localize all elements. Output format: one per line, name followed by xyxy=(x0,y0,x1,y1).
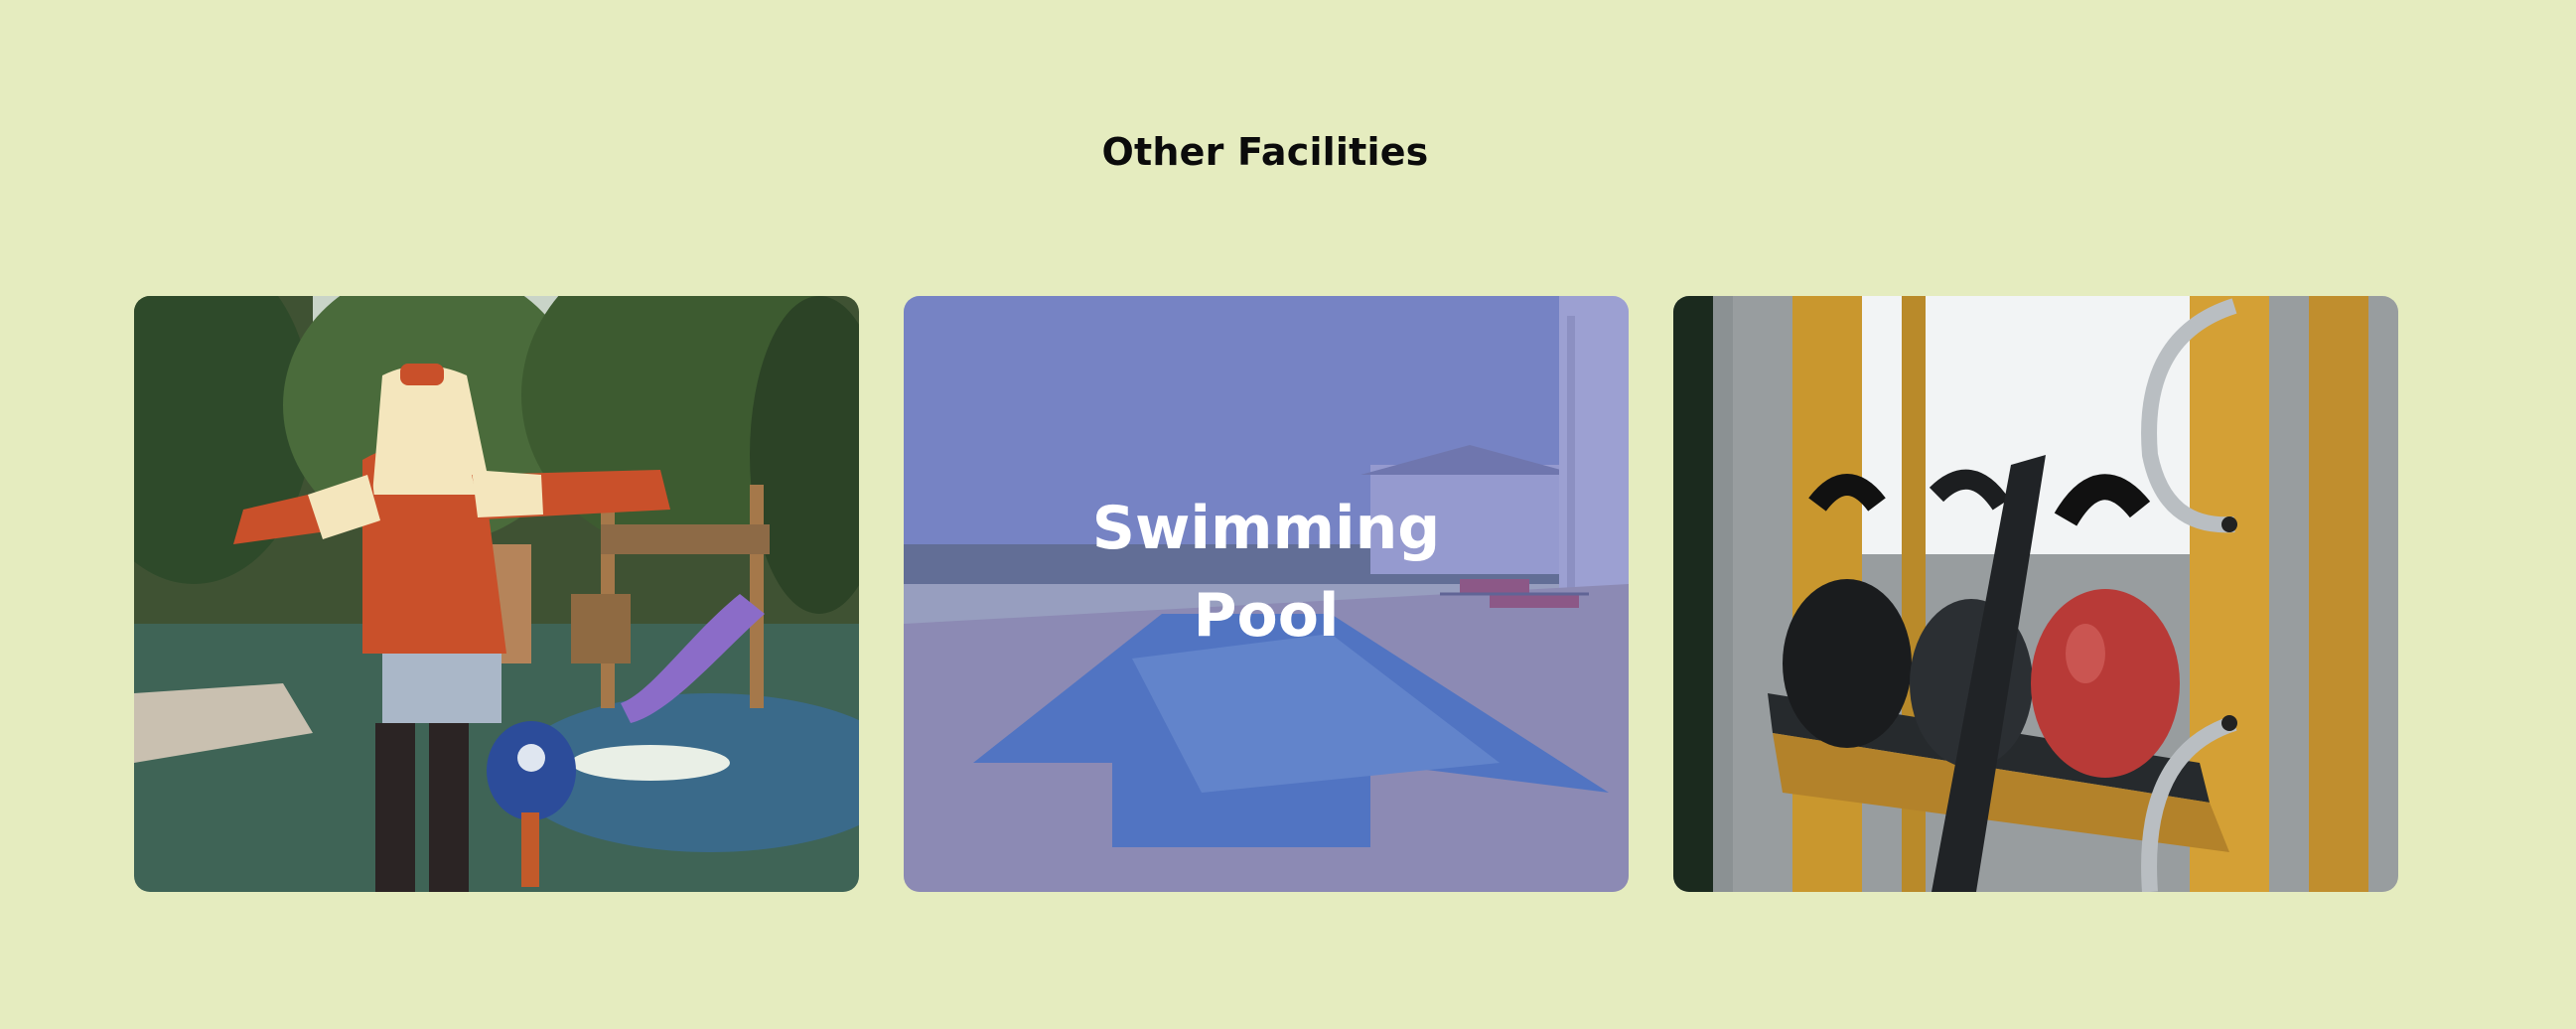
swimming-pool-label[interactable]: Swimming Pool xyxy=(904,485,1629,660)
facility-card-swimming-pool[interactable]: Swimming Pool xyxy=(904,296,1629,892)
swimming-pool-label-line-1: Swimming xyxy=(1091,494,1441,563)
section-title: Other Facilities xyxy=(1101,130,1429,174)
swimming-pool-label-line-2: Pool xyxy=(1193,581,1340,651)
playground-image xyxy=(134,296,859,892)
gym-kettlebells-image xyxy=(1673,296,2398,892)
facility-card-gym[interactable] xyxy=(1673,296,2398,892)
facility-card-playground[interactable] xyxy=(134,296,859,892)
